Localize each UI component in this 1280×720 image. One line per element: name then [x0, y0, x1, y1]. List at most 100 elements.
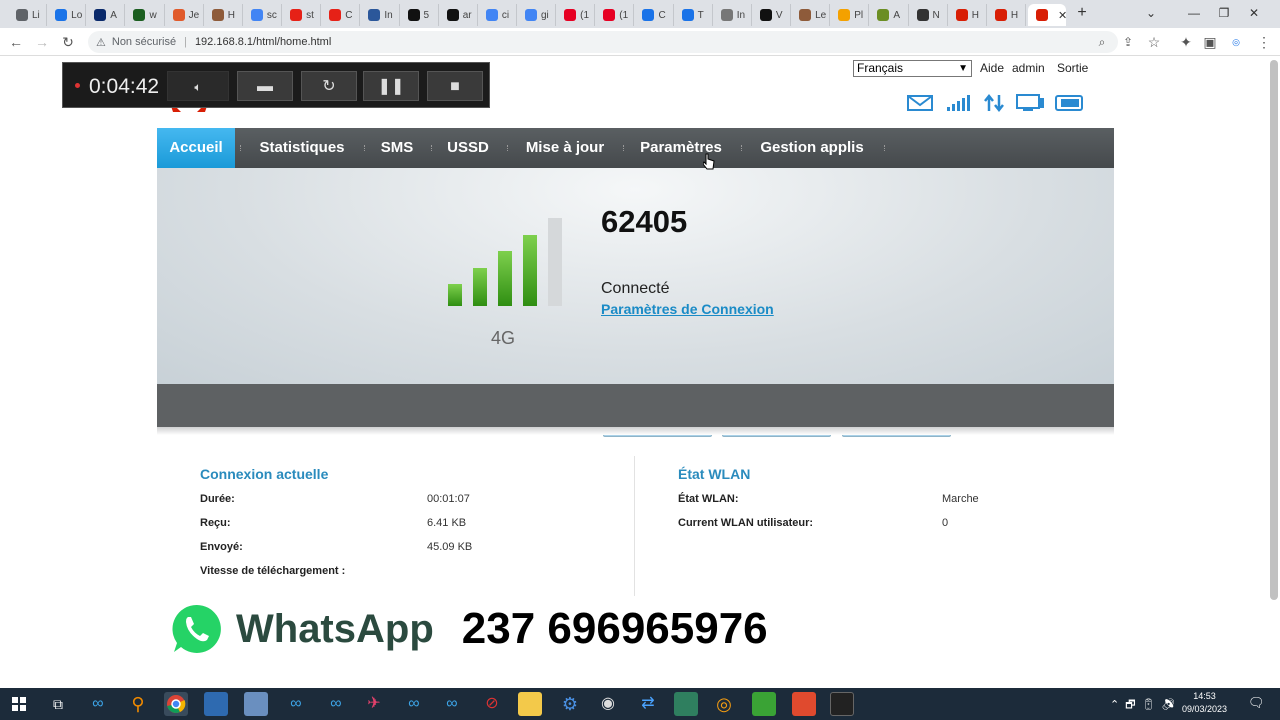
app-icon-window[interactable] [674, 692, 698, 716]
extensions-icon[interactable]: ✦ [1176, 32, 1196, 52]
task-view-icon[interactable]: ⧉ [46, 692, 70, 716]
app-icon-red[interactable]: ✈ [362, 692, 386, 716]
nav-update[interactable]: Mise à jour [515, 128, 615, 168]
notifications-icon[interactable]: 🗨︎ [1248, 695, 1265, 711]
tab-label: gi [541, 9, 549, 21]
maximize-button[interactable]: ❐ [1210, 2, 1238, 24]
browser-tab[interactable]: w [125, 4, 165, 26]
wlan-users-label: Current WLAN utilisateur: [678, 517, 814, 529]
browser-tab[interactable]: H [948, 4, 987, 26]
minimize-button[interactable]: — [1180, 2, 1208, 24]
bookmark-star-icon[interactable]: ☆ [1144, 32, 1164, 52]
app-icon-infinity-4[interactable]: ∞ [402, 692, 426, 716]
browser-tab[interactable]: Je [165, 4, 204, 26]
nav-home[interactable]: Accueil [157, 128, 235, 168]
browser-tab[interactable]: H [204, 4, 243, 26]
nav-separator [431, 145, 433, 151]
browser-tab[interactable]: In [360, 4, 400, 26]
terminal-icon[interactable] [830, 692, 854, 716]
page-scrollbar[interactable] [1270, 60, 1278, 600]
app-icon-camtasia[interactable] [752, 692, 776, 716]
close-tab-icon[interactable]: ✕ [1058, 9, 1066, 22]
chrome-icon[interactable] [164, 692, 188, 716]
app-icon-infinity-5[interactable]: ∞ [440, 692, 464, 716]
search-app-icon[interactable]: ⚲ [126, 692, 150, 716]
recording-dot-icon [75, 83, 80, 88]
main-navigation: Accueil Statistiques SMS USSD Mise à jou… [157, 128, 1114, 168]
browser-tab[interactable]: T [674, 4, 713, 26]
clock-date: 09/03/2023 [1182, 704, 1228, 714]
tab-favicon-icon [642, 9, 655, 21]
browser-tab[interactable]: C [321, 4, 361, 26]
share-icon[interactable]: ⇪ [1118, 32, 1138, 52]
browser-tab[interactable]: V [752, 4, 792, 26]
connection-settings-link[interactable]: Paramètres de Connexion [601, 301, 774, 317]
browser-tab[interactable]: Li [8, 4, 48, 26]
nav-app-management[interactable]: Gestion applis [749, 128, 875, 168]
app-icon-infinity[interactable]: ∞ [86, 692, 110, 716]
file-explorer-icon[interactable] [518, 692, 542, 716]
help-link[interactable]: Aide [980, 61, 1004, 75]
stop-recording-button[interactable]: ■ [427, 71, 483, 101]
profile-icon[interactable]: ◎ [1226, 32, 1246, 52]
browser-tab[interactable]: ar [439, 4, 478, 26]
browser-tab[interactable]: (1 [595, 4, 635, 26]
browser-tab[interactable]: gi [517, 4, 557, 26]
nav-separator [507, 145, 509, 151]
browser-tab[interactable]: (1 [556, 4, 596, 26]
address-bar[interactable]: ⚠ Non sécurisé | 192.168.8.1/html/home.h… [88, 31, 1118, 53]
browser-tab[interactable]: C [634, 4, 674, 26]
restart-recording-button[interactable]: ↻ [301, 71, 357, 101]
app-icon-infinity-3[interactable]: ∞ [324, 692, 348, 716]
browser-tab[interactable]: A [869, 4, 909, 26]
logout-link[interactable]: Sortie [1057, 61, 1088, 75]
tab-label: H [1010, 9, 1019, 21]
zoom-icon[interactable]: ⌕ [1092, 32, 1112, 52]
browser-tab[interactable]: N [909, 4, 948, 26]
browser-tab[interactable]: st [282, 4, 322, 26]
tab-favicon-icon [55, 9, 68, 21]
mail-icon[interactable] [907, 92, 933, 114]
app-icon-server[interactable] [244, 692, 268, 716]
app-icon-recorder[interactable] [792, 692, 816, 716]
browser-tab[interactable]: H [987, 4, 1026, 26]
taskbar-clock[interactable]: 14:53 09/03/2023 [1182, 690, 1227, 716]
tab-label: Je [188, 9, 200, 21]
back-arrow-icon[interactable]: ← [6, 32, 26, 52]
pause-recording-button[interactable]: ❚❚ [363, 71, 419, 101]
app-icon-network[interactable] [204, 692, 228, 716]
new-tab-button[interactable]: + [1073, 4, 1091, 22]
close-window-button[interactable]: ✕ [1240, 2, 1268, 24]
side-panel-icon[interactable]: ▣ [1200, 32, 1220, 52]
language-select[interactable]: Français ▼ [853, 60, 972, 77]
admin-link[interactable]: admin [1012, 61, 1045, 75]
app-icon-infinity-2[interactable]: ∞ [284, 692, 308, 716]
browser-tab[interactable]: 5 [400, 4, 439, 26]
browser-tab[interactable]: Le [791, 4, 831, 26]
clock-time: 14:53 [1193, 691, 1216, 701]
browser-tab[interactable]: A [86, 4, 126, 26]
volume-button[interactable]: 🔈︎ [167, 71, 229, 101]
tab-active[interactable]: ✕ [1028, 4, 1066, 26]
tab-search-icon[interactable]: ⌄ [1137, 2, 1165, 24]
browser-tab[interactable]: sc [243, 4, 283, 26]
browser-tab[interactable]: ci [478, 4, 517, 26]
browser-tab[interactable]: Pl [830, 4, 870, 26]
app-icon-orange[interactable]: ◎ [712, 692, 736, 716]
nav-statistics[interactable]: Statistiques [247, 128, 357, 168]
app-icon-teamviewer[interactable]: ⇄ [636, 692, 660, 716]
browser-tab[interactable]: In [713, 4, 752, 26]
windows-start-icon[interactable] [12, 697, 26, 711]
nav-ussd[interactable]: USSD [438, 128, 498, 168]
forward-arrow-icon[interactable]: → [32, 32, 52, 52]
app-icon-globe[interactable]: ◉ [596, 692, 620, 716]
app-icon-link[interactable]: ⊘ [480, 692, 504, 716]
menu-icon[interactable]: ⋮ [1254, 32, 1274, 52]
nav-sms[interactable]: SMS [371, 128, 423, 168]
settings-gear-icon[interactable]: ⚙ [558, 692, 582, 716]
minimize-recorder-button[interactable]: ▬ [237, 71, 293, 101]
wlan-state-value: Marche [942, 493, 979, 505]
browser-tab[interactable]: Lo [47, 4, 87, 26]
reload-icon[interactable]: ↻ [58, 32, 78, 52]
nav-settings[interactable]: Paramètres [631, 128, 731, 168]
